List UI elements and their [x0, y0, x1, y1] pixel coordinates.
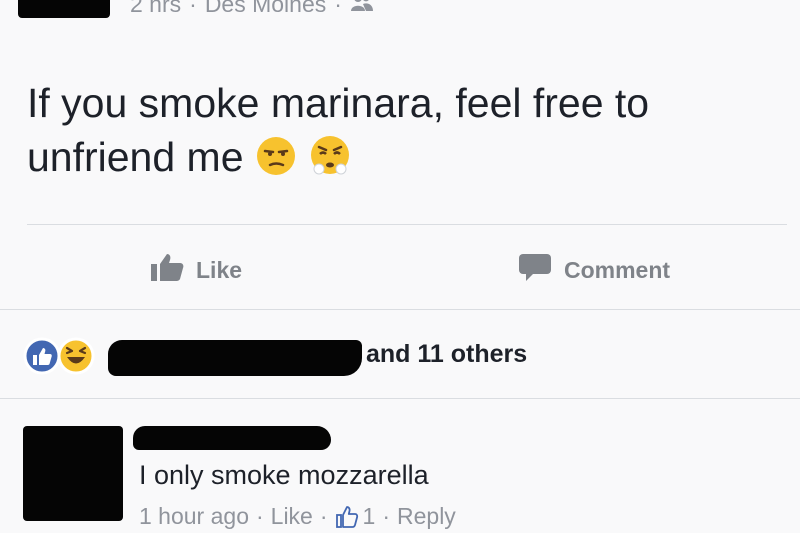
reactor-names-redacted[interactable] [108, 340, 362, 376]
comment-reply-link[interactable]: Reply [397, 503, 456, 530]
steam-from-nose-emoji [308, 135, 352, 190]
divider [0, 309, 800, 310]
post-body: If you smoke marinara, feel free to unfr… [27, 76, 787, 190]
thumbs-up-icon [150, 252, 184, 288]
comment-button[interactable]: Comment [518, 252, 670, 288]
divider [0, 398, 800, 399]
comment-bubble-icon [518, 252, 552, 288]
separator-dot: · [319, 503, 328, 529]
reaction-icons[interactable] [22, 336, 96, 381]
unamused-face-emoji [255, 135, 297, 190]
comment-label: Comment [564, 256, 671, 283]
comment-text: I only smoke mozzarella [139, 460, 429, 490]
commenter-name-redacted[interactable] [133, 426, 331, 450]
post-time[interactable]: 2 hrs [130, 0, 181, 18]
comment-time[interactable]: 1 hour ago [139, 503, 249, 530]
like-button[interactable]: Like [150, 252, 242, 288]
separator-dot: · [334, 0, 342, 17]
comment-like-count[interactable]: 1 [335, 503, 375, 530]
poster-avatar-redacted[interactable] [18, 0, 110, 18]
separator-dot: · [189, 0, 197, 17]
post-location[interactable]: Des Moines [205, 0, 326, 18]
comment-like-link[interactable]: Like [271, 503, 313, 530]
commenter-avatar-redacted[interactable] [23, 426, 123, 521]
separator-dot: · [382, 503, 390, 529]
haha-reaction-icon [56, 336, 96, 381]
divider [27, 224, 787, 225]
thumbs-up-outline-icon [335, 505, 358, 528]
reaction-others-count[interactable]: and 11 others [366, 340, 527, 369]
friends-icon[interactable] [350, 0, 374, 18]
post-meta: 2 hrs · Des Moines · [130, 0, 374, 18]
like-label: Like [196, 256, 243, 283]
separator-dot: · [255, 503, 264, 529]
comment-meta: 1 hour ago · Like · 1 · Reply [139, 503, 456, 530]
